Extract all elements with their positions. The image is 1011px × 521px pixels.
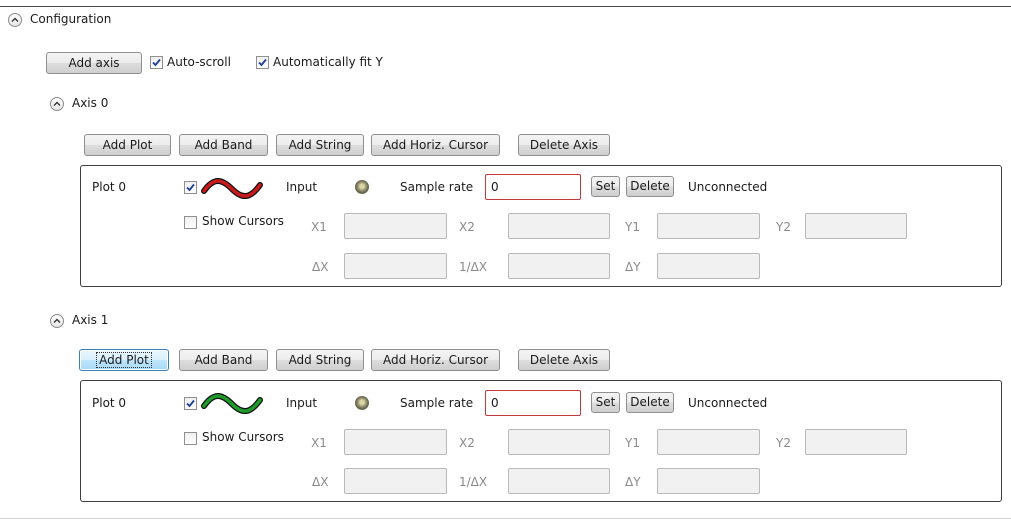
add-plot-label: Add Plot xyxy=(96,352,152,368)
inverse-delta-x-field xyxy=(508,468,610,494)
delta-x-label: ΔX xyxy=(312,475,329,489)
x2-field xyxy=(508,429,610,455)
plot-name: Plot 0 xyxy=(92,396,127,410)
add-horiz-cursor-button[interactable]: Add Horiz. Cursor xyxy=(371,134,500,156)
axis-title: Axis 1 xyxy=(72,313,109,327)
y1-label: Y1 xyxy=(625,436,640,450)
x2-label: X2 xyxy=(459,220,475,234)
add-band-label: Add Band xyxy=(194,138,253,152)
input-label: Input xyxy=(286,396,318,410)
inverse-delta-x-label: 1/ΔX xyxy=(459,260,488,274)
add-axis-button[interactable]: Add axis xyxy=(46,52,142,74)
set-label: Set xyxy=(595,395,616,409)
set-label: Set xyxy=(595,179,616,193)
collapse-configuration-toggle[interactable] xyxy=(8,13,22,27)
configuration-title: Configuration xyxy=(30,12,112,26)
add-plot-label: Add Plot xyxy=(102,138,153,152)
delta-x-field xyxy=(344,253,447,279)
y1-label: Y1 xyxy=(625,220,640,234)
delete-plot-button[interactable]: Delete xyxy=(626,392,674,413)
y2-field xyxy=(805,429,907,455)
axis-title: Axis 0 xyxy=(72,96,109,110)
connection-status: Unconnected xyxy=(688,180,768,194)
delete-plot-label: Delete xyxy=(630,179,670,193)
delete-axis-label: Delete Axis xyxy=(529,353,599,367)
delta-y-field xyxy=(657,468,760,494)
delta-y-field xyxy=(657,253,760,279)
show-cursors-label: Show Cursors xyxy=(202,214,284,228)
delete-axis-button[interactable]: Delete Axis xyxy=(518,349,610,371)
plot-visible-checkbox[interactable] xyxy=(184,181,197,194)
x1-label: X1 xyxy=(311,436,327,450)
checkmark-icon xyxy=(186,183,195,192)
status-led-icon xyxy=(355,180,369,194)
delete-axis-label: Delete Axis xyxy=(529,138,599,152)
add-axis-label: Add axis xyxy=(68,56,120,70)
green-wave-icon[interactable] xyxy=(200,390,266,416)
delete-axis-button[interactable]: Delete Axis xyxy=(518,134,610,156)
delta-y-label: ΔY xyxy=(625,260,641,274)
collapse-axis-0-toggle[interactable] xyxy=(50,97,64,111)
chevron-up-icon xyxy=(53,101,61,106)
inverse-delta-x-field xyxy=(508,253,610,279)
chevron-up-icon xyxy=(53,318,61,323)
y2-field xyxy=(805,213,907,239)
checkmark-icon xyxy=(258,58,267,67)
y2-label: Y2 xyxy=(776,436,791,450)
checkmark-icon xyxy=(152,58,161,67)
bottom-divider xyxy=(0,518,1011,519)
add-horiz-cursor-button[interactable]: Add Horiz. Cursor xyxy=(371,349,500,371)
connection-status: Unconnected xyxy=(688,396,768,410)
add-plot-button[interactable]: Add Plot xyxy=(84,134,171,156)
delta-x-label: ΔX xyxy=(312,260,329,274)
sample-rate-input[interactable] xyxy=(485,390,581,416)
plot-visible-checkbox[interactable] xyxy=(184,397,197,410)
delta-y-label: ΔY xyxy=(625,475,641,489)
x1-label: X1 xyxy=(311,220,327,234)
auto-fit-y-label: Automatically fit Y xyxy=(273,55,383,69)
set-button[interactable]: Set xyxy=(591,392,620,413)
x2-label: X2 xyxy=(459,436,475,450)
checkmark-icon xyxy=(186,399,195,408)
plot-name: Plot 0 xyxy=(92,180,127,194)
add-plot-button[interactable]: Add Plot xyxy=(79,349,169,371)
add-string-button[interactable]: Add String xyxy=(276,134,364,156)
inverse-delta-x-label: 1/ΔX xyxy=(459,475,488,489)
sample-rate-input[interactable] xyxy=(485,174,581,200)
y1-field xyxy=(657,429,760,455)
chevron-up-icon xyxy=(11,17,19,22)
input-label: Input xyxy=(286,180,318,194)
add-string-button[interactable]: Add String xyxy=(276,349,364,371)
y2-label: Y2 xyxy=(776,220,791,234)
y1-field xyxy=(657,213,760,239)
delete-plot-button[interactable]: Delete xyxy=(626,176,674,197)
add-string-label: Add String xyxy=(288,138,352,152)
sample-rate-label: Sample rate xyxy=(400,180,474,194)
auto-scroll-checkbox[interactable] xyxy=(150,56,163,69)
add-string-label: Add String xyxy=(288,353,352,367)
x1-field xyxy=(344,429,447,455)
set-button[interactable]: Set xyxy=(591,176,620,197)
add-band-button[interactable]: Add Band xyxy=(179,134,268,156)
top-divider xyxy=(0,6,1011,7)
delta-x-field xyxy=(344,468,447,494)
collapse-axis-1-toggle[interactable] xyxy=(50,314,64,328)
auto-fit-y-checkbox[interactable] xyxy=(256,56,269,69)
auto-scroll-label: Auto-scroll xyxy=(167,55,231,69)
show-cursors-label: Show Cursors xyxy=(202,430,284,444)
delete-plot-label: Delete xyxy=(630,395,670,409)
add-band-label: Add Band xyxy=(194,353,253,367)
x2-field xyxy=(508,213,610,239)
show-cursors-checkbox[interactable] xyxy=(184,216,197,229)
red-wave-icon[interactable] xyxy=(200,175,266,201)
sample-rate-label: Sample rate xyxy=(400,396,474,410)
x1-field xyxy=(344,213,447,239)
status-led-icon xyxy=(355,396,369,410)
add-band-button[interactable]: Add Band xyxy=(179,349,268,371)
show-cursors-checkbox[interactable] xyxy=(184,432,197,445)
add-horiz-cursor-label: Add Horiz. Cursor xyxy=(382,353,489,367)
add-horiz-cursor-label: Add Horiz. Cursor xyxy=(382,138,489,152)
